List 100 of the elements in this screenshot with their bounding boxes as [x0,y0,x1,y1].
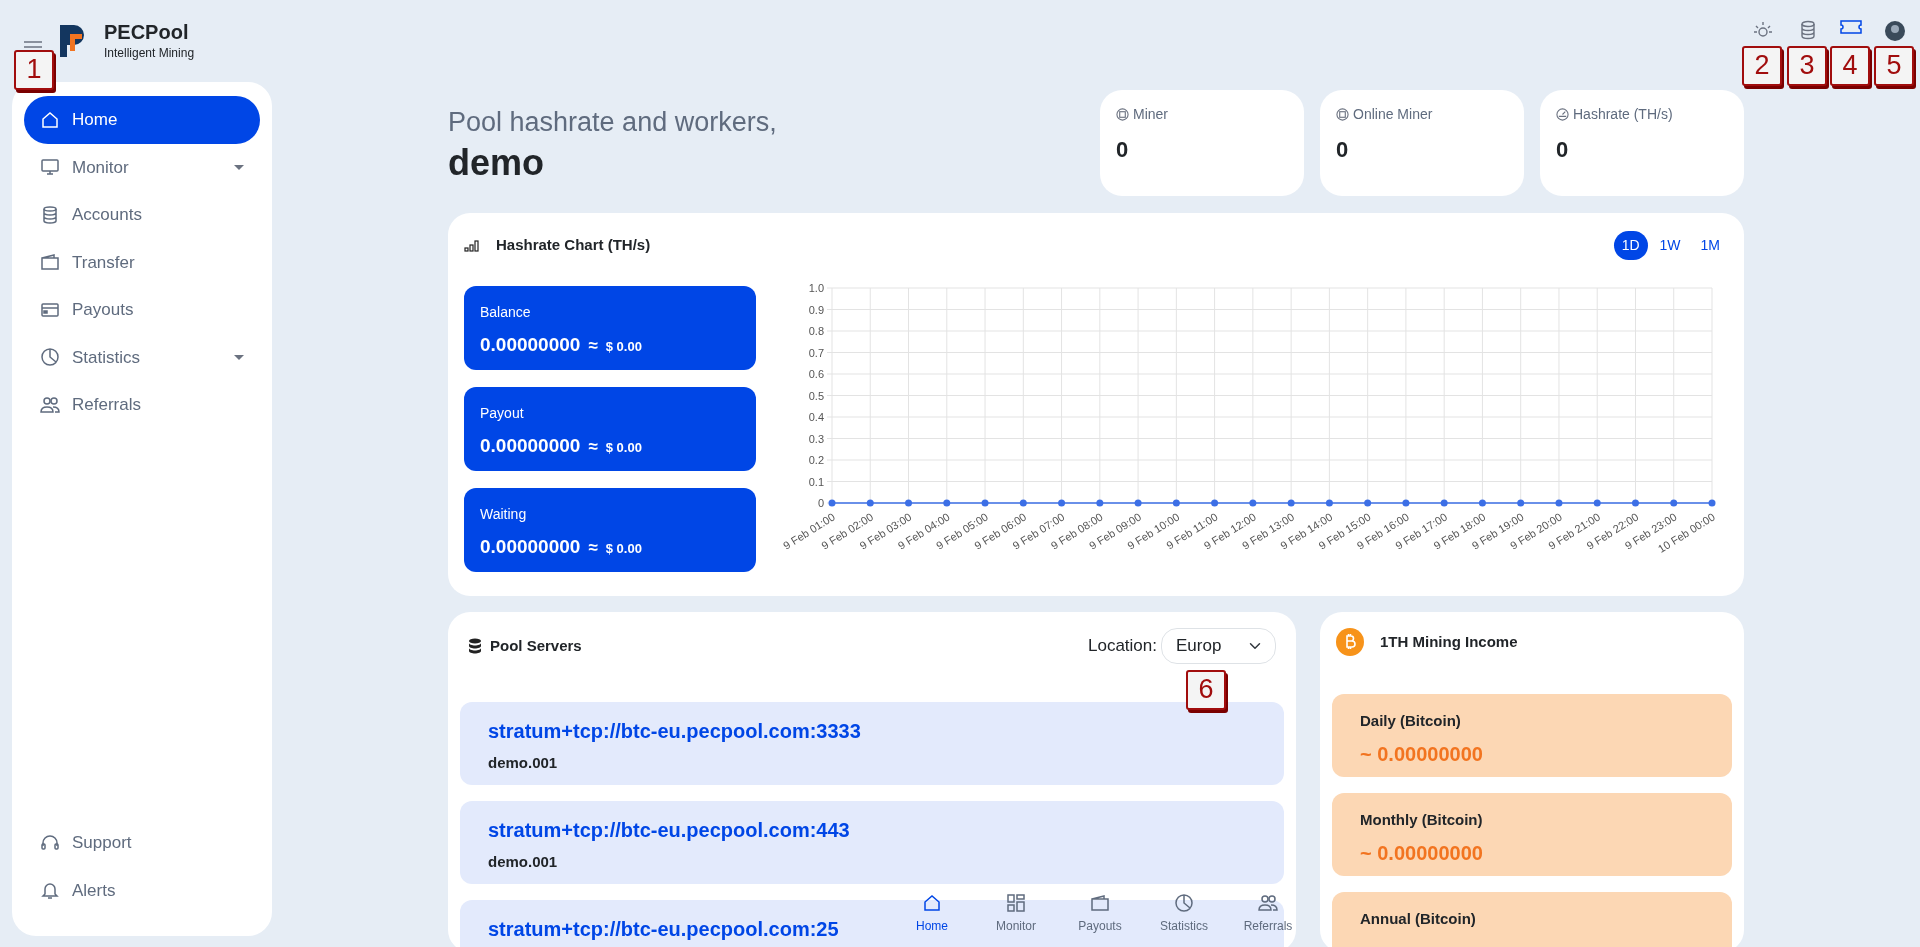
data-point [828,499,836,507]
bar-chart-icon [464,239,480,252]
data-point [1670,499,1678,507]
ticket-icon[interactable] [1840,20,1862,34]
y-tick-label: 0.2 [808,454,824,466]
income-value: ~ 0.00000000 [1360,741,1484,767]
data-point [1708,499,1716,507]
worker-name: demo.001 [488,851,559,872]
data-point [1211,499,1219,507]
sidebar-item[interactable]: Statistics [24,333,260,381]
period-tab[interactable]: 1W [1651,231,1689,260]
approx-sign: ≈ [588,335,598,357]
location-select[interactable]: Europ [1161,628,1276,664]
database-icon[interactable] [1800,20,1816,40]
data-point [1058,499,1066,507]
y-tick-label: 0.3 [808,432,824,445]
annotation-marker: 6 [1186,670,1226,710]
data-point [943,499,951,507]
balance-amount: 0.00000000 [480,333,581,357]
annotation-marker: 1 [14,50,54,90]
usd-value: $ 0.00 [605,439,642,457]
bottom-nav-item[interactable]: Monitor [978,883,1054,947]
stat-value: 0 [1336,136,1350,164]
sidebar-item[interactable]: Support [24,819,260,867]
annotation-marker: 4 [1830,46,1870,86]
y-tick-label: 0.4 [808,411,824,423]
income-value: ~ 0.00000000 [1360,840,1484,866]
period-tab[interactable]: 1D [1613,231,1648,260]
annotation-marker: 5 [1874,46,1914,86]
balance-label: Waiting [480,505,528,524]
wallet-icon [1090,893,1110,913]
income-label: Daily (Bitcoin) [1360,711,1462,731]
approx-sign: ≈ [588,537,598,559]
y-tick-label: 1.0 [808,282,824,294]
bottom-nav-item[interactable]: Referrals [1230,883,1306,947]
grid-icon [1006,893,1026,913]
data-point [1134,499,1142,507]
sidebar-item[interactable]: Payouts [24,286,260,334]
sidebar-item[interactable]: Accounts [24,191,260,239]
server-url[interactable]: stratum+tcp://btc-eu.pecpool.com:443 [488,814,850,845]
bitcoin-icon [1336,628,1364,656]
pie-chart-icon [1174,893,1194,913]
data-point [1555,499,1563,507]
bottom-nav-item[interactable]: Home [894,883,970,947]
annotation-marker: 3 [1787,46,1827,86]
chip-icon [1116,108,1129,121]
data-point [1632,499,1639,507]
sidebar-item[interactable]: Home [24,96,260,144]
period-tab[interactable]: 1M [1692,231,1728,260]
data-point [1325,499,1333,507]
approx-sign: ≈ [588,436,598,458]
wallet-icon [40,252,60,273]
bottom-nav-item[interactable]: Statistics [1146,883,1222,947]
stat-value: 0 [1556,136,1570,164]
data-point [1096,499,1104,507]
y-tick-label: 0.6 [808,368,824,380]
bell-icon [40,880,60,901]
income-label: Annual (Bitcoin) [1360,909,1477,929]
y-tick-label: 0.1 [808,475,824,488]
data-point [1593,499,1601,507]
usd-value: $ 0.00 [605,540,642,558]
data-point [1287,499,1295,507]
data-point [1517,499,1525,507]
gauge-icon [1556,108,1569,121]
sidebar-item[interactable]: Transfer [24,238,260,286]
y-tick-label: 0 [817,497,824,509]
y-tick-label: 0.7 [808,346,824,359]
data-point [1364,499,1372,507]
people-icon [40,394,60,415]
brand-name: PECPool [104,20,190,44]
data-point [866,499,874,507]
database-icon [468,637,482,654]
greeting-text: Pool hashrate and workers, [448,106,777,139]
income-label: Monthly (Bitcoin) [1360,810,1484,830]
people-icon [1258,893,1278,913]
bottom-nav-item[interactable]: Payouts [1062,883,1138,947]
home-icon [922,893,942,913]
chip-icon [1336,108,1349,121]
sidebar-item[interactable]: Alerts [24,866,260,914]
brand-tagline: Intelligent Mining [104,45,195,62]
income-title: 1TH Mining Income [1380,631,1518,652]
data-point [1402,499,1410,507]
data-point [1019,499,1027,507]
balance-amount: 0.00000000 [480,434,581,458]
server-url[interactable]: stratum+tcp://btc-eu.pecpool.com:25 [488,913,839,944]
servers-title: Pool Servers [490,635,582,656]
data-point [1440,499,1448,507]
stat-label: Hashrate (TH/s) [1573,105,1673,124]
avatar-icon[interactable] [1884,20,1906,42]
data-point [905,499,912,507]
balance-label: Balance [480,303,532,322]
sun-icon[interactable] [1753,20,1773,40]
database-icon [40,204,60,225]
annotation-marker: 2 [1742,46,1782,86]
monitor-icon [40,157,60,178]
worker-name: demo.001 [488,752,559,773]
headset-icon [40,832,60,853]
sidebar-item[interactable]: Referrals [24,381,260,429]
sidebar-item[interactable]: Monitor [24,143,260,191]
server-url[interactable]: stratum+tcp://btc-eu.pecpool.com:3333 [488,715,861,746]
